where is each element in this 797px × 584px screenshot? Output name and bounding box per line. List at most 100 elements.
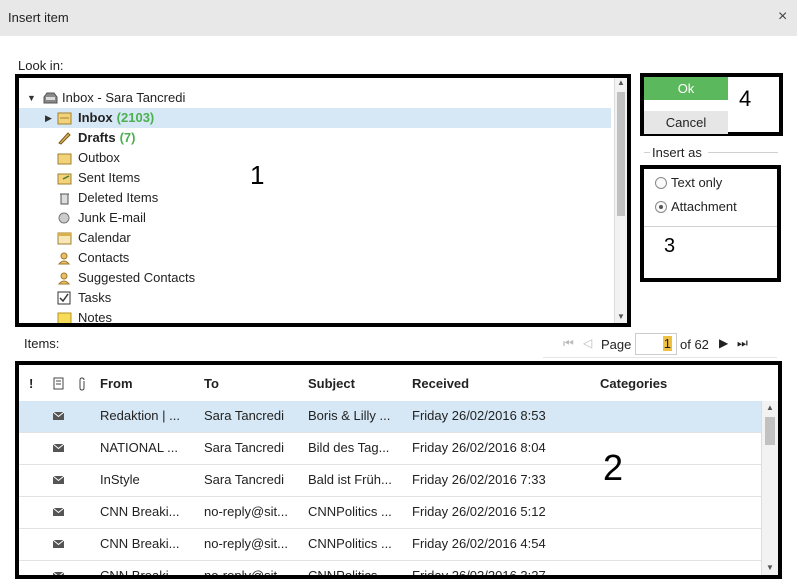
annotation-3: 3: [664, 235, 676, 257]
annotation-2: 2: [603, 447, 624, 488]
table-row[interactable]: CNN Breaki... no-reply@sit... CNNPolitics …: [19, 561, 763, 579]
received-cell: Friday 26/02/2016 8:04: [412, 440, 546, 455]
from-cell: CNN Breaki...: [100, 536, 180, 551]
to-cell: Sara Tancredi: [204, 472, 284, 487]
subject-cell: CNNPolitics ...: [308, 536, 392, 551]
envelope-icon: [53, 540, 64, 548]
folder-label: Suggested Contacts: [78, 270, 196, 285]
folder-item-deleted-items[interactable]: Deleted Items: [19, 188, 611, 208]
trash-icon: [60, 193, 69, 205]
fieldset-border-right: [708, 152, 778, 153]
subject-column-header[interactable]: Subject: [308, 376, 355, 391]
received-cell: Friday 26/02/2016 7:33: [412, 472, 546, 487]
folder-item-junk-e-mail[interactable]: Junk E-mail: [19, 208, 611, 228]
prev-page-icon[interactable]: ◁: [583, 336, 592, 350]
paperclip-icon[interactable]: [77, 377, 87, 391]
folder-tree-scrollbar[interactable]: ▲ ▼: [614, 78, 627, 323]
junk-icon: [58, 212, 70, 224]
from-cell: CNN Breaki...: [100, 568, 180, 579]
folder-item-drafts[interactable]: Drafts (7): [19, 128, 611, 148]
contact-icon: [57, 272, 71, 285]
folder-item-suggested-contacts[interactable]: Suggested Contacts: [19, 268, 611, 288]
to-column-header[interactable]: To: [204, 376, 219, 391]
folder-item-notes[interactable]: Notes: [19, 308, 611, 325]
annotation-4: 4: [739, 86, 752, 111]
item-type-icon[interactable]: [53, 377, 64, 390]
table-row[interactable]: CNN Breaki... no-reply@sit... CNNPolitics …: [19, 497, 763, 529]
cancel-button[interactable]: Cancel: [644, 111, 728, 134]
subject-cell: CNNPolitics ...: [308, 504, 392, 519]
folder-label: Drafts: [78, 130, 116, 145]
items-table: ! From To Subject Received Categories Re…: [15, 361, 782, 579]
close-icon[interactable]: ×: [778, 8, 787, 26]
folder-item-contacts[interactable]: Contacts: [19, 248, 611, 268]
text-only-radio[interactable]: [655, 177, 667, 189]
title-bar: [0, 0, 797, 36]
from-cell: NATIONAL ...: [100, 440, 179, 455]
to-cell: no-reply@sit...: [204, 504, 288, 519]
calendar-icon: [57, 232, 72, 245]
received-column-header[interactable]: Received: [412, 376, 469, 391]
envelope-icon: [53, 508, 64, 516]
envelope-icon: [53, 412, 64, 420]
page-label: Page: [601, 337, 632, 352]
subject-cell: Boris & Lilly ...: [308, 408, 391, 423]
unread-count: (7): [119, 130, 136, 145]
contact-icon: [57, 252, 71, 265]
page-number-input[interactable]: 1: [635, 333, 677, 355]
folder-label: Junk E-mail: [78, 210, 146, 225]
page-count-label: of 62: [680, 337, 709, 352]
collapse-arrow-icon[interactable]: ▼: [27, 88, 36, 108]
next-page-icon[interactable]: ▶: [719, 336, 728, 350]
table-row[interactable]: NATIONAL ... Sara Tancredi Bild des Tag...…: [19, 433, 763, 465]
folder-item-tasks[interactable]: Tasks: [19, 288, 611, 308]
tree-root[interactable]: ▼ Inbox - Sara Tancredi: [19, 88, 611, 108]
attachment-radio[interactable]: [655, 201, 667, 213]
insert-as-group: Text only Attachment 3: [640, 165, 781, 282]
scroll-up-icon[interactable]: ▲: [617, 78, 625, 87]
last-page-icon[interactable]: ⏭: [737, 336, 748, 351]
outbox-folder-icon: [57, 153, 72, 165]
attachment-label[interactable]: Attachment: [671, 199, 737, 214]
fieldset-border-left: [644, 152, 650, 153]
scroll-up-icon[interactable]: ▲: [766, 403, 774, 412]
folder-item-outbox[interactable]: Outbox: [19, 148, 611, 168]
categories-column-header[interactable]: Categories: [600, 376, 667, 391]
received-cell: Friday 26/02/2016 5:12: [412, 504, 546, 519]
envelope-icon: [53, 572, 64, 575]
subject-cell: Bild des Tag...: [308, 440, 390, 455]
from-cell: CNN Breaki...: [100, 504, 180, 519]
from-cell: Redaktion | ...: [100, 408, 180, 423]
folder-tree: ▼ Inbox - Sara Tancredi ▶ Inbox (2103) Dra…: [15, 74, 631, 327]
first-page-icon[interactable]: ⏮: [563, 336, 574, 351]
importance-column-header[interactable]: !: [29, 376, 33, 391]
from-column-header[interactable]: From: [100, 376, 133, 391]
table-row[interactable]: InStyle Sara Tancredi Bald ist Früh... Frid…: [19, 465, 763, 497]
scroll-down-icon[interactable]: ▼: [617, 312, 625, 321]
folder-label: Contacts: [78, 250, 130, 265]
ok-button[interactable]: Ok: [644, 77, 728, 100]
tree-root-label: Inbox - Sara Tancredi: [62, 90, 186, 105]
mailbox-icon: [43, 92, 58, 104]
received-cell: Friday 26/02/2016 4:54: [412, 536, 546, 551]
folder-item-inbox[interactable]: ▶ Inbox (2103): [19, 108, 611, 128]
folder-label: Outbox: [78, 150, 120, 165]
button-group: Ok Cancel: [640, 73, 783, 136]
folder-label: Sent Items: [78, 170, 141, 185]
table-row[interactable]: Redaktion | ... Sara Tancredi Boris & Lill…: [19, 401, 763, 433]
expand-arrow-icon[interactable]: ▶: [45, 108, 52, 128]
folder-item-sent-items[interactable]: Sent Items: [19, 168, 611, 188]
envelope-icon: [53, 444, 64, 452]
table-header: ! From To Subject Received Categories: [19, 365, 778, 401]
items-scrollbar[interactable]: ▲ ▼: [761, 401, 778, 575]
inbox-folder-icon: [57, 112, 72, 125]
scroll-down-icon[interactable]: ▼: [766, 563, 774, 572]
scrollbar-thumb[interactable]: [617, 92, 625, 216]
received-cell: Friday 26/02/2016 3:27: [412, 568, 546, 579]
scrollbar-thumb[interactable]: [765, 417, 775, 445]
folder-label: Notes: [78, 310, 112, 325]
table-row[interactable]: CNN Breaki... no-reply@sit... CNNPolitics …: [19, 529, 763, 561]
folder-item-calendar[interactable]: Calendar: [19, 228, 611, 248]
text-only-label[interactable]: Text only: [671, 175, 722, 190]
checkbox-icon: [57, 291, 71, 305]
